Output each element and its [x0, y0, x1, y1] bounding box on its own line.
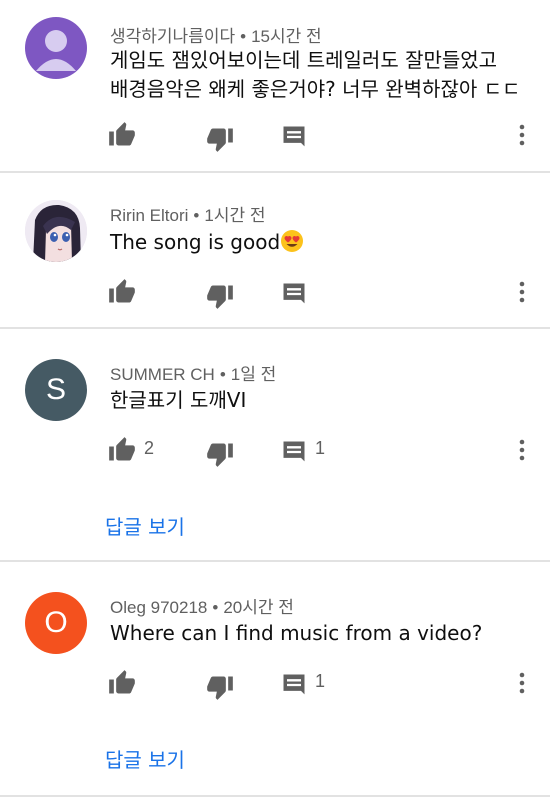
avatar[interactable]: O: [25, 592, 87, 654]
comment-actions: 2 1: [108, 436, 538, 468]
comment-actions: [108, 121, 538, 153]
view-replies-link[interactable]: 답글 보기: [105, 511, 185, 540]
comment-actions: [108, 278, 538, 310]
thumbs-down-icon[interactable]: [206, 282, 234, 310]
comment-item: O Oleg 970218 • 20시간 전 Where can I find mu…: [0, 562, 550, 794]
thumbs-down-icon[interactable]: [206, 125, 234, 153]
comment-author[interactable]: SUMMER CH: [110, 365, 215, 384]
default-user-avatar-icon: [36, 30, 76, 71]
comment-meta: SUMMER CH • 1일 전: [110, 360, 276, 385]
comment-time: 15시간 전: [251, 27, 322, 46]
comment-item: 생각하기나름이다 • 15시간 전 게임도 잼있어보이는데 트레일러도 잘만들었고 …: [0, 0, 550, 172]
divider: [0, 795, 550, 797]
more-options-icon[interactable]: [512, 121, 532, 149]
avatar-letter: O: [44, 606, 68, 639]
comment-item: Ririn Eltori • 1시간 전 The song is good: [0, 173, 550, 327]
reply-count: 1: [315, 671, 326, 691]
thumbs-up-icon[interactable]: [108, 436, 136, 464]
thumbs-down-icon[interactable]: [206, 673, 234, 701]
reply-count: 1: [315, 438, 326, 458]
comment-author[interactable]: Oleg 970218: [110, 598, 207, 617]
comment-text: The song is good: [110, 228, 530, 257]
avatar-letter: S: [45, 373, 66, 406]
anime-girl-avatar-icon: [25, 200, 87, 262]
comment-time: 1일 전: [230, 365, 277, 384]
comment-time: 20시간 전: [223, 598, 294, 617]
meta-separator: •: [212, 598, 219, 617]
comment-text-content: Where can I find music from a video?: [110, 621, 483, 645]
comment-actions: 1: [108, 669, 538, 701]
comment-text: 게임도 잼있어보이는데 트레일러도 잘만들었고 배경음악은 왜케 좋은거야? 너…: [110, 46, 530, 104]
comment-text-line: 게임도 잼있어보이는데 트레일러도 잘만들었고: [110, 48, 498, 72]
meta-separator: •: [219, 365, 226, 384]
meta-separator: •: [240, 27, 247, 46]
comment-item: S SUMMER CH • 1일 전 한글표기 도깨VI 2 1 답글 보기: [0, 329, 550, 559]
reply-icon[interactable]: [280, 438, 308, 466]
thumbs-up-icon[interactable]: [108, 278, 136, 306]
thumbs-down-icon[interactable]: [206, 440, 234, 468]
comment-time: 1시간 전: [204, 206, 266, 225]
comment-author[interactable]: Ririn Eltori: [110, 206, 188, 225]
avatar[interactable]: [25, 200, 87, 262]
reply-icon[interactable]: [280, 280, 308, 308]
like-count: 2: [144, 438, 155, 458]
thumbs-up-icon[interactable]: [108, 669, 136, 697]
comment-text: Where can I find music from a video?: [110, 619, 530, 648]
comment-meta: Oleg 970218 • 20시간 전: [110, 593, 294, 618]
avatar[interactable]: [25, 17, 87, 79]
meta-separator: •: [193, 206, 200, 225]
comment-text-content: The song is good: [110, 230, 281, 254]
comment-text-content: 한글표기 도깨VI: [110, 388, 247, 412]
avatar[interactable]: S: [25, 359, 87, 421]
comment-text: 한글표기 도깨VI: [110, 386, 530, 415]
comment-meta: 생각하기나름이다 • 15시간 전: [110, 22, 322, 47]
reply-icon[interactable]: [280, 671, 308, 699]
more-options-icon[interactable]: [512, 669, 532, 697]
heart-eyes-emoji-icon: [281, 230, 304, 252]
thumbs-up-icon[interactable]: [108, 121, 136, 149]
more-options-icon[interactable]: [512, 436, 532, 464]
more-options-icon[interactable]: [512, 278, 532, 306]
comment-author[interactable]: 생각하기나름이다: [110, 27, 235, 46]
reply-icon[interactable]: [280, 123, 308, 151]
view-replies-link[interactable]: 답글 보기: [105, 744, 185, 773]
comment-text-line: 배경음악은 왜케 좋은거야? 너무 완벽하잖아 ㄷㄷ: [110, 77, 521, 101]
comment-meta: Ririn Eltori • 1시간 전: [110, 201, 265, 226]
